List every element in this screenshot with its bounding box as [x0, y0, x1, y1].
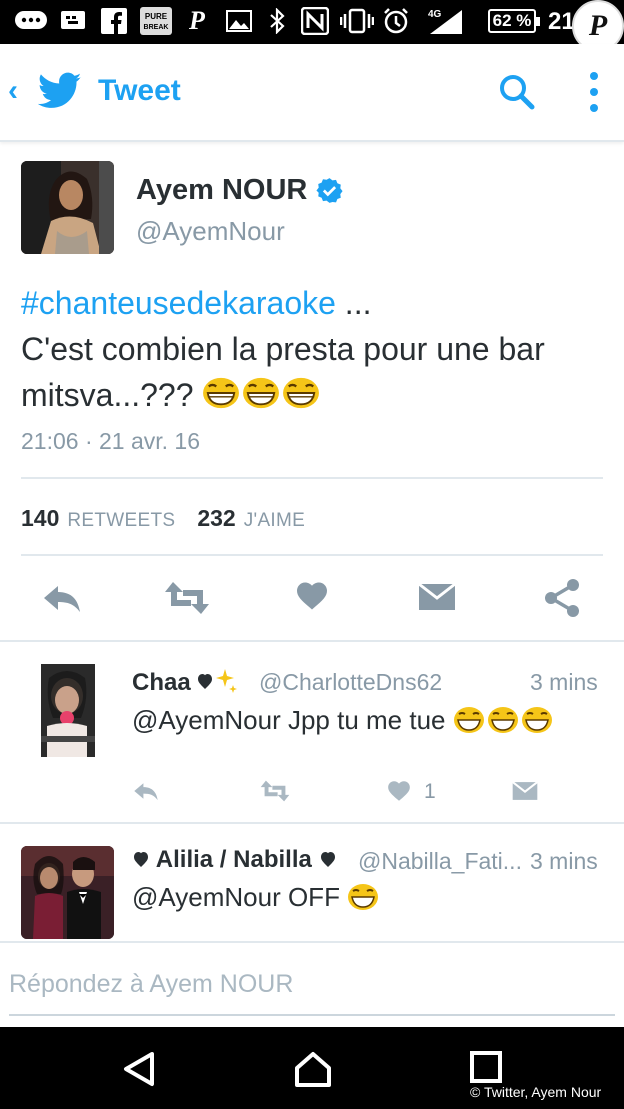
nfc-icon [300, 7, 330, 35]
reply-time: 3 mins [530, 848, 598, 874]
battery-indicator: 62 % [488, 9, 540, 33]
svg-text:BREAK: BREAK [144, 24, 169, 31]
reply-author-name-text: Alilia / Nabilla [155, 846, 312, 873]
author-name[interactable]: Ayem NOUR [136, 174, 307, 207]
search-icon[interactable] [497, 72, 537, 117]
page-title: Tweet [98, 74, 181, 107]
status-bar: PURE BREAK P 4G 62 % 21 P [0, 0, 624, 52]
likes-count[interactable]: 232 [197, 505, 235, 532]
bluetooth-icon [266, 7, 288, 35]
message-icon[interactable] [512, 778, 538, 809]
tweet-stats: 140 RETWEETS 232 J'AIME [21, 505, 327, 532]
pinterest-icon: P [189, 6, 205, 35]
divider [21, 477, 603, 479]
nav-back-icon[interactable] [122, 1051, 156, 1092]
facebook-icon [100, 7, 128, 35]
reply-author-name-text: Chaa [132, 669, 191, 696]
vibrate-icon [340, 7, 374, 35]
twitter-bird-icon [37, 72, 82, 115]
grinning-emoji-icon [243, 377, 280, 409]
reply-text-body: @AyemNour Jpp tu me tue [132, 705, 446, 735]
divider [21, 554, 603, 556]
divider [0, 941, 624, 943]
retweet-icon[interactable] [258, 778, 292, 809]
retweets-label[interactable]: RETWEETS [67, 510, 175, 532]
tweet-emojis [194, 377, 323, 413]
tweet-text-rest: ... [335, 285, 372, 321]
reply-like-count: 1 [424, 780, 436, 803]
divider [0, 822, 624, 824]
purebreak-icon: PURE BREAK [140, 7, 172, 35]
grinning-emoji-icon [453, 707, 552, 733]
grinning-emoji-icon [203, 377, 240, 409]
svg-text:PURE: PURE [145, 12, 168, 21]
reply-avatar[interactable] [21, 846, 114, 939]
like-icon[interactable] [294, 578, 330, 619]
image-credit: © Twitter, Ayem Nour [470, 1084, 602, 1100]
grinning-emoji-icon [348, 884, 379, 910]
back-button[interactable]: ‹ [8, 74, 18, 108]
like-icon[interactable] [386, 778, 412, 809]
retweets-count[interactable]: 140 [21, 505, 59, 532]
verified-badge-icon [316, 177, 343, 209]
keyboard-icon [60, 7, 86, 35]
share-icon[interactable] [543, 578, 581, 623]
heart-icon [134, 852, 148, 867]
hashtag-link[interactable]: #chanteusedekaraoke [21, 285, 336, 321]
heart-sparkle-icon [198, 669, 238, 693]
likes-label[interactable]: J'AIME [244, 510, 305, 532]
signal-icon: 4G [424, 7, 464, 35]
author-avatar[interactable] [21, 161, 114, 254]
message-icon[interactable] [418, 578, 456, 621]
app-bar: ‹ Tweet [0, 44, 624, 142]
reply-text-body: @AyemNour OFF [132, 882, 340, 912]
divider [0, 640, 624, 642]
author-handle[interactable]: @AyemNour [136, 216, 285, 247]
tweet-text: #chanteusedekaraoke ... C'est combien la… [21, 280, 611, 418]
network-label: 4G [428, 9, 442, 20]
reply-icon[interactable] [132, 778, 160, 809]
reply-compose-input[interactable]: Répondez à Ayem NOUR [9, 970, 293, 999]
reply-author-name[interactable]: Chaa [132, 667, 238, 697]
compose-underline [9, 1014, 615, 1016]
reply-text: @AyemNour OFF [132, 882, 379, 913]
reply-icon[interactable] [42, 578, 82, 623]
reply-author-handle[interactable]: @CharlotteDns62 [259, 669, 442, 696]
chat-icon [14, 7, 48, 35]
alarm-icon [382, 7, 410, 35]
reply-author-name[interactable]: Alilia / Nabilla [132, 846, 337, 874]
tweet-actions [0, 578, 624, 622]
overflow-menu-icon[interactable] [588, 72, 600, 112]
gallery-icon [226, 7, 252, 35]
reply-avatar[interactable] [21, 664, 114, 757]
nav-home-icon[interactable] [294, 1051, 332, 1092]
reply-text: @AyemNour Jpp tu me tue [132, 705, 553, 736]
tweet-timestamp: 21:06 · 21 avr. 16 [21, 428, 201, 454]
reply-actions [0, 778, 624, 808]
grinning-emoji-icon [283, 377, 320, 409]
status-clock: 21 [548, 8, 575, 35]
reply-time: 3 mins [530, 669, 598, 695]
nav-recents-icon[interactable] [470, 1051, 502, 1088]
heart-icon [320, 852, 335, 867]
reply-author-handle[interactable]: @Nabilla_Fati... [358, 848, 522, 875]
retweet-icon[interactable] [163, 578, 211, 623]
